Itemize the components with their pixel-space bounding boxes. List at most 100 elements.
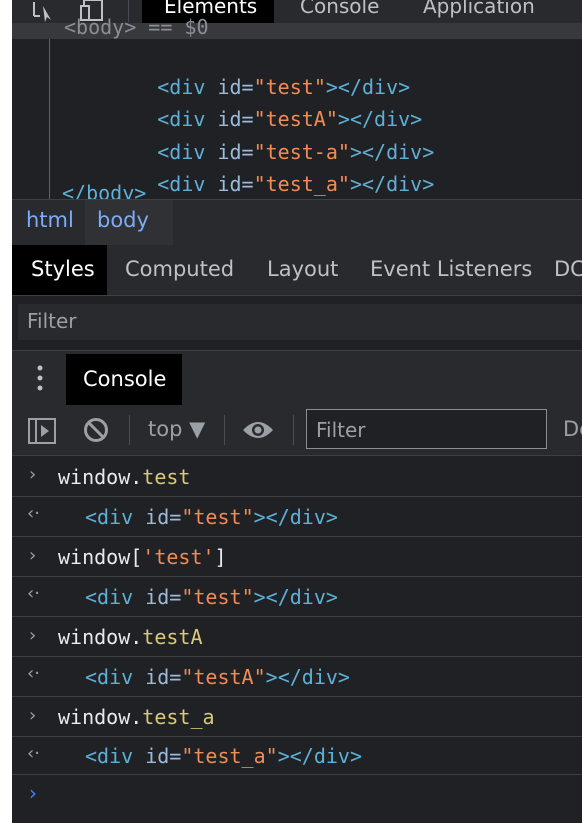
output-arrow-icon: ‹· [27,743,40,764]
sidebar-toggle-icon[interactable] [28,418,56,444]
input-object: window [58,705,131,729]
quote: " [181,585,194,609]
input-property: 'test' [142,545,215,569]
tab-application[interactable]: Application [423,0,535,18]
quote: " [253,172,266,196]
input-property: test_a [142,705,215,729]
attr-name: id= [133,585,182,609]
tab-event-listeners[interactable]: Event Listeners [370,257,532,281]
attr-value: test [193,585,242,609]
tab-console[interactable]: Console [300,0,379,18]
input-close: ] [214,545,227,569]
input-chevron-icon: › [29,545,37,566]
quote: " [181,744,194,768]
tag-open: <div [85,665,134,689]
console-prompt-line[interactable]: › [12,775,582,823]
input-object: window [58,625,131,649]
tab-styles[interactable]: Styles [31,257,95,281]
input-accessor: . [130,465,143,489]
quote: " [181,665,194,689]
prompt-chevron-icon: › [29,781,37,805]
toolbar-divider [129,415,130,445]
input-accessor: . [130,705,143,729]
toolbar-divider [293,415,294,445]
eye-icon[interactable] [242,419,274,441]
output-arrow-icon: ‹· [27,583,40,604]
tag-close: </div> [289,744,362,768]
attr-value: testA [193,665,254,689]
output-arrow-icon: ‹· [27,503,40,524]
console-output-row[interactable]: ‹· <div id="testA"></div> [12,657,582,697]
attr-name: id= [205,172,254,196]
tag-open: <div [85,585,134,609]
tag-gt: > [253,505,266,529]
tab-layout[interactable]: Layout [267,257,338,281]
console-input: window.testA [58,625,203,649]
clear-console-icon[interactable] [83,417,109,443]
console-input-row[interactable]: › window['test'] [12,537,582,577]
breadcrumb: html body [12,199,582,246]
input-property: test [142,465,191,489]
breadcrumb-body[interactable]: body [97,208,149,232]
input-accessor: . [130,625,143,649]
quote: " [265,744,278,768]
attr-name: id= [133,505,182,529]
console-output-row[interactable]: ‹· <div id="test"></div> [12,497,582,537]
breadcrumb-html[interactable]: html [26,208,74,232]
input-object: window [58,545,131,569]
log-level-selector[interactable]: De [563,417,582,441]
toolbar-divider [224,415,225,445]
tab-dom-breakpoints[interactable]: DC [554,257,582,281]
tag-gt: > [277,744,290,768]
tag-gt: > [265,665,278,689]
tag-close: </div> [265,585,338,609]
tab-computed[interactable]: Computed [125,257,234,281]
quote: " [253,665,266,689]
dom-tree: <body> == $0 <div id="test"></div> <div … [12,15,582,205]
input-property: testA [142,625,203,649]
inspect-element-icon[interactable] [30,0,58,24]
styles-filter-placeholder: Filter [27,309,77,333]
console-toolbar: top ▼ Filter De [12,405,582,456]
styles-filter-bar: Filter [12,296,582,346]
tag-close: </div> [265,505,338,529]
output-arrow-icon: ‹· [27,663,40,684]
console-input-row[interactable]: › window.testA [12,617,582,657]
attr-value: test_a [193,744,266,768]
input-chevron-icon: › [29,705,37,726]
tag-close: </div> [277,665,350,689]
context-selector[interactable]: top ▼ [148,417,205,441]
dom-tree-guide [49,39,50,199]
console-output[interactable]: <div id="test_a"></div> [85,744,362,768]
quote: " [337,172,350,196]
input-accessor: [ [130,545,143,569]
quote: " [241,505,254,529]
tag-open: <div [85,744,134,768]
input-object: window [58,465,131,489]
devtools-window: Elements Console Application <body> == $… [12,0,582,823]
kebab-menu-icon[interactable] [36,365,44,391]
console-input: window.test_a [58,705,215,729]
drawer-tabbar: Console [12,350,582,406]
tag-gt: > [349,172,362,196]
console-input-row[interactable]: › window.test_a [12,697,582,737]
attr-name: id= [133,665,182,689]
input-chevron-icon: › [29,464,37,485]
console-input: window['test'] [58,545,227,569]
dom-line-body-partial[interactable]: <body> == $0 [64,15,209,39]
drawer-tab-console[interactable]: Console [83,367,166,391]
tag-open: <div [157,172,206,196]
quote: " [241,585,254,609]
console-output-row[interactable]: ‹· <div id="test"></div> [12,577,582,617]
console-output[interactable]: <div id="test"></div> [85,505,338,529]
console-output-row[interactable]: ‹· <div id="test_a"></div> [12,737,582,775]
attr-value: test_a [265,172,338,196]
console-filter-placeholder: Filter [316,418,366,442]
styles-filter-input[interactable] [18,304,582,340]
tag-close: </div> [361,172,435,196]
console-output[interactable]: <div id="test"></div> [85,585,338,609]
tag-open: <div [85,505,134,529]
styles-tabbar: Styles Computed Layout Event Listeners D… [12,245,582,296]
console-input-row[interactable]: › window.test [12,456,582,497]
console-output[interactable]: <div id="testA"></div> [85,665,350,689]
